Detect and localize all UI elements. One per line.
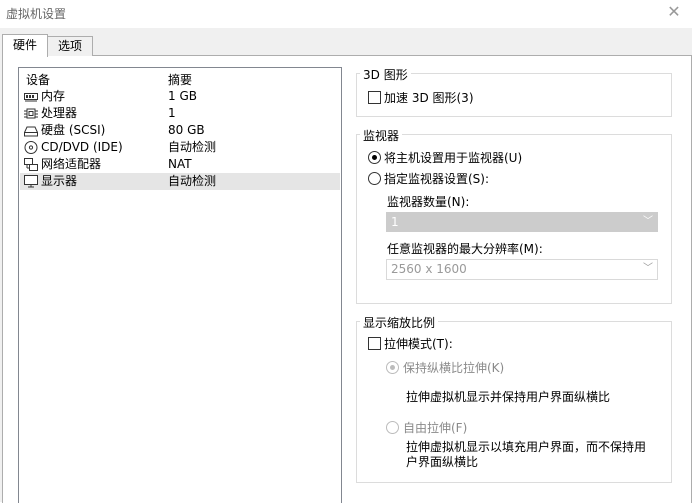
display-icon — [24, 175, 38, 188]
title-bar — [0, 0, 692, 28]
max-resolution-value: 2560 x 1600 — [391, 262, 467, 276]
keep-aspect-description: 拉伸虚拟机显示并保持用户界面纵横比 — [406, 390, 611, 404]
network-adapter-icon — [24, 158, 38, 171]
device-row-cd-dvd[interactable]: CD/DVD (IDE) 自动检测 — [20, 139, 340, 156]
free-stretch-description: 拉伸虚拟机显示以填充用户界面，而不保持用户界面纵横比 — [406, 440, 647, 469]
hard-disk-icon — [24, 126, 38, 137]
stretch-mode-label[interactable]: 拉伸模式(T): — [384, 335, 453, 352]
use-host-monitor-label[interactable]: 将主机设置用于监视器(U) — [384, 149, 522, 166]
monitor-count-select[interactable]: 1 ﹀ — [386, 212, 658, 232]
group-monitor-title: 监视器 — [360, 127, 403, 144]
device-summary: 自动检测 — [168, 140, 217, 154]
close-icon[interactable]: ✕ — [664, 2, 684, 22]
use-host-monitor-radio[interactable] — [368, 151, 381, 164]
specify-monitor-label[interactable]: 指定监视器设置(S): — [384, 170, 489, 187]
specify-monitor-radio[interactable] — [368, 172, 381, 185]
device-summary: 1 GB — [168, 89, 197, 103]
column-header-device[interactable]: 设备 — [26, 71, 50, 88]
device-row-display[interactable]: 显示器 自动检测 — [20, 173, 340, 190]
free-stretch-label[interactable]: 自由拉伸(F) — [403, 419, 467, 436]
device-summary: NAT — [168, 157, 192, 171]
device-name: 网络适配器 — [41, 157, 102, 171]
device-row-network-adapter[interactable]: 网络适配器 NAT — [20, 156, 340, 173]
device-summary: 1 — [168, 106, 176, 120]
tab-hardware[interactable]: 硬件 — [2, 34, 48, 57]
group-3d-graphics-title: 3D 图形 — [360, 66, 411, 83]
processor-icon — [24, 108, 38, 119]
device-name: 内存 — [41, 89, 66, 103]
column-header-summary[interactable]: 摘要 — [168, 71, 192, 88]
monitor-count-label: 监视器数量(N): — [387, 195, 470, 209]
accelerate-3d-label[interactable]: 加速 3D 图形(3) — [384, 89, 474, 106]
device-list[interactable]: 设备 摘要 内存 1 GB 处理器 1 硬盘 (SCSI) 80 GB CD/D… — [18, 67, 342, 503]
device-summary: 自动检测 — [168, 174, 217, 188]
device-name: 硬盘 (SCSI) — [41, 123, 106, 137]
keep-aspect-stretch-label[interactable]: 保持纵横比拉伸(K) — [403, 359, 504, 376]
device-row-processor[interactable]: 处理器 1 — [20, 105, 340, 122]
tab-options[interactable]: 选项 — [47, 36, 93, 56]
keep-aspect-stretch-radio[interactable] — [386, 361, 399, 374]
group-display-scaling-title: 显示缩放比例 — [360, 314, 439, 331]
max-resolution-label: 任意监视器的最大分辨率(M): — [387, 242, 543, 256]
device-summary: 80 GB — [168, 123, 205, 137]
stretch-mode-checkbox[interactable] — [368, 337, 381, 350]
device-row-memory[interactable]: 内存 1 GB — [20, 88, 340, 105]
memory-icon — [24, 93, 38, 102]
chevron-down-icon: ﹀ — [643, 216, 653, 227]
device-name: 显示器 — [41, 174, 78, 188]
max-resolution-select[interactable]: 2560 x 1600 ﹀ — [386, 259, 658, 280]
device-name: CD/DVD (IDE) — [41, 140, 123, 154]
device-name: 处理器 — [41, 106, 78, 120]
monitor-count-value: 1 — [391, 215, 399, 229]
window-title: 虚拟机设置 — [6, 7, 67, 21]
cd-dvd-icon — [24, 141, 38, 154]
device-row-hard-disk[interactable]: 硬盘 (SCSI) 80 GB — [20, 122, 340, 139]
accelerate-3d-checkbox[interactable] — [368, 91, 381, 104]
free-stretch-radio[interactable] — [386, 421, 399, 434]
chevron-down-icon: ﹀ — [643, 263, 653, 274]
